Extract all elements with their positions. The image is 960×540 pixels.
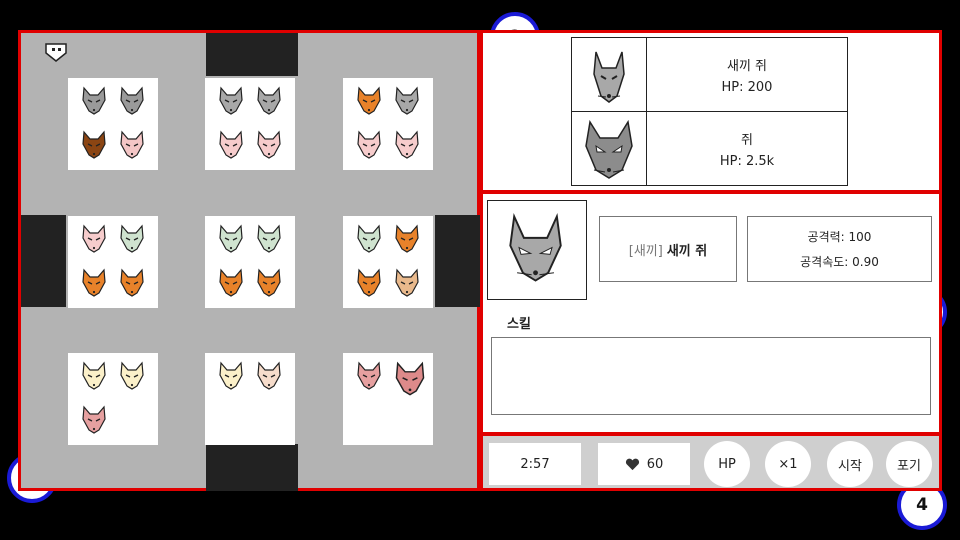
timer-display: 2:57 bbox=[489, 443, 581, 485]
lives-display: 60 bbox=[598, 443, 690, 485]
goat-gray-icon[interactable] bbox=[119, 86, 145, 116]
rat-small-icon bbox=[572, 38, 646, 111]
quit-button[interactable]: 포기 bbox=[886, 441, 932, 487]
horse-orange-icon[interactable] bbox=[218, 268, 244, 298]
board-wall-right bbox=[435, 215, 480, 307]
monkey-tan-icon[interactable] bbox=[394, 268, 420, 298]
pig-pink-icon[interactable] bbox=[81, 405, 107, 435]
rabbit-pink-icon[interactable] bbox=[81, 224, 107, 254]
board-cell[interactable] bbox=[68, 353, 158, 445]
goat-pink-icon[interactable] bbox=[119, 130, 145, 160]
pig-pink-large-icon[interactable] bbox=[394, 361, 426, 397]
rabbit-pink-icon[interactable] bbox=[218, 130, 244, 160]
lives-count: 60 bbox=[646, 456, 664, 472]
rat-gray-icon[interactable] bbox=[218, 86, 244, 116]
board-cell[interactable] bbox=[343, 78, 433, 170]
rat-small-icon bbox=[509, 213, 562, 282]
attack-stat: 공격력: 100 bbox=[807, 230, 872, 244]
hp-button[interactable]: HP bbox=[704, 441, 750, 487]
enemy-name: 새끼 쥐 bbox=[726, 58, 767, 74]
attack-speed-stat: 공격속도: 0.90 bbox=[800, 255, 879, 269]
board-cell[interactable] bbox=[205, 216, 295, 308]
sheep-cream-icon[interactable] bbox=[81, 361, 107, 391]
snake-green-icon[interactable] bbox=[256, 224, 282, 254]
skill-box bbox=[491, 337, 931, 415]
board-cell[interactable] bbox=[68, 216, 158, 308]
board-cell[interactable] bbox=[205, 353, 295, 445]
unit-stats-box: 공격력: 100 공격속도: 0.90 bbox=[747, 216, 932, 282]
enemy-row[interactable]: 쥐 HP: 2.5k bbox=[571, 111, 848, 186]
board-wall-top bbox=[206, 33, 298, 76]
rat-icon bbox=[572, 112, 646, 185]
goat-gray-icon[interactable] bbox=[81, 86, 107, 116]
rat-gray-icon[interactable] bbox=[256, 86, 282, 116]
unit-name: 새끼 쥐 bbox=[666, 243, 708, 259]
board-cell[interactable] bbox=[68, 78, 158, 170]
snake-green-icon[interactable] bbox=[119, 224, 145, 254]
start-button[interactable]: 시작 bbox=[827, 441, 873, 487]
ox-orange-icon[interactable] bbox=[256, 268, 282, 298]
board-wall-left bbox=[21, 215, 66, 307]
sheep-cream-icon[interactable] bbox=[119, 361, 145, 391]
goat-brown-icon[interactable] bbox=[81, 130, 107, 160]
snake-green-icon[interactable] bbox=[356, 224, 382, 254]
board-cell[interactable] bbox=[205, 78, 295, 170]
horse-orange-icon[interactable] bbox=[81, 268, 107, 298]
horse-orange-icon[interactable] bbox=[119, 268, 145, 298]
horse-orange-icon[interactable] bbox=[394, 224, 420, 254]
enemy-name: 쥐 bbox=[741, 132, 753, 148]
enemy-row[interactable]: 새끼 쥐 HP: 200 bbox=[571, 37, 848, 112]
pig-pink-icon[interactable] bbox=[356, 361, 382, 391]
selected-unit-portrait bbox=[487, 200, 587, 300]
enemy-table: 새끼 쥐 HP: 200 쥐 HP: 2.5k bbox=[571, 37, 848, 186]
heart-icon bbox=[625, 458, 640, 471]
selected-unit-name-box: [새끼] 새끼 쥐 bbox=[599, 216, 737, 282]
unit-detail-panel: [새끼] 새끼 쥐 공격력: 100 공격속도: 0.90 스킬 bbox=[480, 191, 942, 435]
skill-label: 스킬 bbox=[507, 317, 531, 332]
board-corner-unit-icon bbox=[43, 41, 69, 63]
enemy-hp: HP: 200 bbox=[721, 79, 773, 95]
rabbit-pink-icon[interactable] bbox=[394, 130, 420, 160]
speed-button[interactable]: ×1 bbox=[765, 441, 811, 487]
control-bar: 2:57 60 HP ×1 시작 포기 bbox=[480, 433, 942, 491]
snake-green-icon[interactable] bbox=[218, 224, 244, 254]
sheep-cream-icon[interactable] bbox=[218, 361, 244, 391]
board-wall-bottom bbox=[206, 444, 298, 491]
board-cell[interactable] bbox=[343, 353, 433, 445]
monkey-cream-icon[interactable] bbox=[256, 361, 282, 391]
rabbit-pink-icon[interactable] bbox=[256, 130, 282, 160]
ox-orange-icon[interactable] bbox=[356, 86, 382, 116]
enemy-list-panel: 새끼 쥐 HP: 200 쥐 HP: 2.5k bbox=[480, 30, 942, 193]
unit-rank-tag: [새끼] bbox=[628, 243, 663, 259]
ox-orange-icon[interactable] bbox=[356, 268, 382, 298]
board-cell[interactable] bbox=[343, 216, 433, 308]
rat-gray-icon[interactable] bbox=[394, 86, 420, 116]
game-board[interactable] bbox=[18, 30, 480, 491]
enemy-hp: HP: 2.5k bbox=[719, 153, 775, 169]
rabbit-pink-icon[interactable] bbox=[356, 130, 382, 160]
